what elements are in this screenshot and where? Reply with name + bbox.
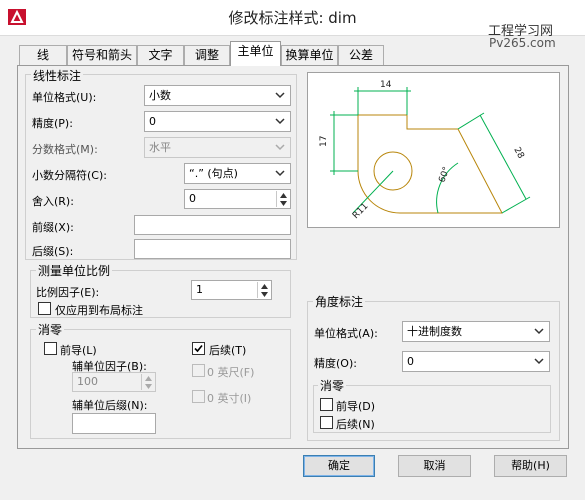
linear-dimensions-heading: 线性标注	[31, 67, 84, 84]
decimal-separator-label: 小数分隔符(C):	[32, 169, 107, 182]
sub-unit-suffix-input[interactable]	[72, 413, 156, 434]
checkmark-icon	[194, 344, 203, 353]
spin-down-icon[interactable]	[258, 290, 270, 298]
chevron-down-icon	[534, 328, 544, 335]
precision-label: 精度(P):	[32, 117, 73, 130]
tab-label: 线	[36, 48, 49, 62]
dim-text-left: 17	[319, 136, 329, 147]
dim-text-angle: 60°	[437, 166, 452, 184]
fraction-format-label: 分数格式(M):	[32, 143, 98, 156]
leading-zero-label: 前导(L)	[60, 344, 97, 357]
dim-text-slant: 28	[511, 146, 525, 161]
angular-unit-format-label: 单位格式(A):	[314, 327, 378, 340]
tab-label: 公差	[348, 48, 373, 62]
trailing-zero-label: 后续(T)	[209, 344, 247, 357]
title-bar[interactable]: 修改标注样式: dim 工程学习网	[0, 0, 585, 39]
zero-inches-checkbox[interactable]	[192, 390, 205, 403]
preview-drawing: 14 17 28 60° R11	[319, 80, 531, 221]
tab-alternate-units[interactable]: 换算单位	[281, 45, 338, 65]
zero-inches-label: 0 英寸(I)	[207, 392, 252, 405]
angular-trailing-zero-checkbox[interactable]	[320, 416, 333, 429]
spin-buttons[interactable]	[257, 282, 270, 298]
prefix-label: 前缀(X):	[32, 221, 74, 234]
sub-unit-factor-value: 100	[77, 375, 98, 388]
scale-factor-spinner[interactable]: 1	[191, 280, 272, 300]
tab-text[interactable]: 文字	[137, 45, 184, 65]
scale-factor-value: 1	[196, 283, 203, 296]
tab-label: 符号和箭头	[71, 48, 132, 62]
angular-leading-zero-checkbox[interactable]	[320, 398, 333, 411]
dim-text-top: 14	[380, 80, 392, 90]
suffix-input[interactable]	[134, 239, 291, 259]
tab-label: 换算单位	[285, 48, 334, 62]
precision-select[interactable]: 0	[144, 111, 291, 132]
preview-dimensions	[330, 87, 531, 214]
angular-leading-zero-label: 前导(D)	[336, 400, 376, 413]
dim-text-radius: R11	[351, 201, 371, 221]
decimal-separator-select[interactable]: “.” (句点)	[184, 163, 291, 184]
suffix-label: 后缀(S):	[32, 245, 74, 258]
watermark-url: Pv265.com	[489, 36, 556, 50]
angular-unit-format-value: 十进制度数	[407, 325, 462, 338]
angular-dimensions-heading: 角度标注	[313, 293, 366, 310]
tab-fit[interactable]: 调整	[184, 45, 230, 65]
spin-down-icon[interactable]	[142, 382, 154, 390]
chevron-down-icon	[275, 170, 285, 177]
roundoff-spinner[interactable]: 0	[184, 189, 291, 209]
prefix-input[interactable]	[134, 215, 291, 235]
roundoff-value: 0	[189, 192, 196, 205]
fraction-format-value: 水平	[149, 141, 171, 154]
spin-buttons[interactable]	[141, 374, 154, 390]
zero-feet-label: 0 英尺(F)	[207, 366, 255, 379]
unit-format-select[interactable]: 小数	[144, 85, 291, 106]
spin-buttons[interactable]	[276, 191, 289, 207]
sub-unit-suffix-label: 辅单位后缀(N):	[72, 399, 148, 412]
roundoff-label: 舍入(R):	[32, 195, 74, 208]
fraction-format-select[interactable]: 水平	[144, 137, 291, 158]
apply-layout-only-label: 仅应用到布局标注	[55, 304, 143, 317]
apply-layout-only-checkbox[interactable]	[38, 302, 51, 315]
tab-symbols-arrows[interactable]: 符号和箭头	[67, 45, 137, 65]
angular-precision-label: 精度(O):	[314, 357, 357, 370]
zero-suppression-linear-heading: 消零	[36, 321, 65, 338]
decimal-separator-value: “.” (句点)	[189, 167, 238, 180]
tab-tolerances[interactable]: 公差	[338, 45, 384, 65]
tab-lines[interactable]: 线	[19, 45, 67, 65]
sub-unit-factor-spinner[interactable]: 100	[72, 372, 156, 392]
dimension-preview: 14 17 28 60° R11	[307, 72, 560, 228]
tab-primary-units[interactable]: 主单位	[230, 41, 281, 66]
leading-zero-checkbox[interactable]	[44, 342, 57, 355]
spin-up-icon[interactable]	[258, 282, 270, 290]
trailing-zero-checkbox[interactable]	[192, 342, 205, 355]
tab-label: 调整	[194, 48, 219, 62]
chevron-down-icon	[275, 92, 285, 99]
angular-trailing-zero-label: 后续(N)	[336, 418, 375, 431]
spin-up-icon[interactable]	[277, 191, 289, 199]
unit-format-label: 单位格式(U):	[32, 91, 97, 104]
unit-format-value: 小数	[149, 89, 171, 102]
angular-unit-format-select[interactable]: 十进制度数	[402, 321, 550, 342]
cancel-button[interactable]: 取消	[398, 455, 471, 477]
zero-suppression-angular-heading: 消零	[318, 377, 347, 394]
chevron-down-icon	[534, 358, 544, 365]
spin-up-icon[interactable]	[142, 374, 154, 382]
precision-value: 0	[149, 115, 156, 128]
spin-down-icon[interactable]	[277, 199, 289, 207]
scale-factor-label: 比例因子(E):	[36, 286, 100, 299]
help-button[interactable]: 帮助(H)	[494, 455, 567, 477]
angular-precision-select[interactable]: 0	[402, 351, 550, 372]
preview-geometry	[357, 114, 503, 214]
zero-feet-checkbox[interactable]	[192, 364, 205, 377]
tab-label: 主单位	[237, 44, 274, 58]
tab-label: 文字	[148, 48, 173, 62]
chevron-down-icon	[275, 118, 285, 125]
measurement-scale-heading: 测量单位比例	[36, 262, 113, 279]
angular-precision-value: 0	[407, 355, 414, 368]
chevron-down-icon	[275, 144, 285, 151]
ok-button[interactable]: 确定	[303, 455, 375, 477]
